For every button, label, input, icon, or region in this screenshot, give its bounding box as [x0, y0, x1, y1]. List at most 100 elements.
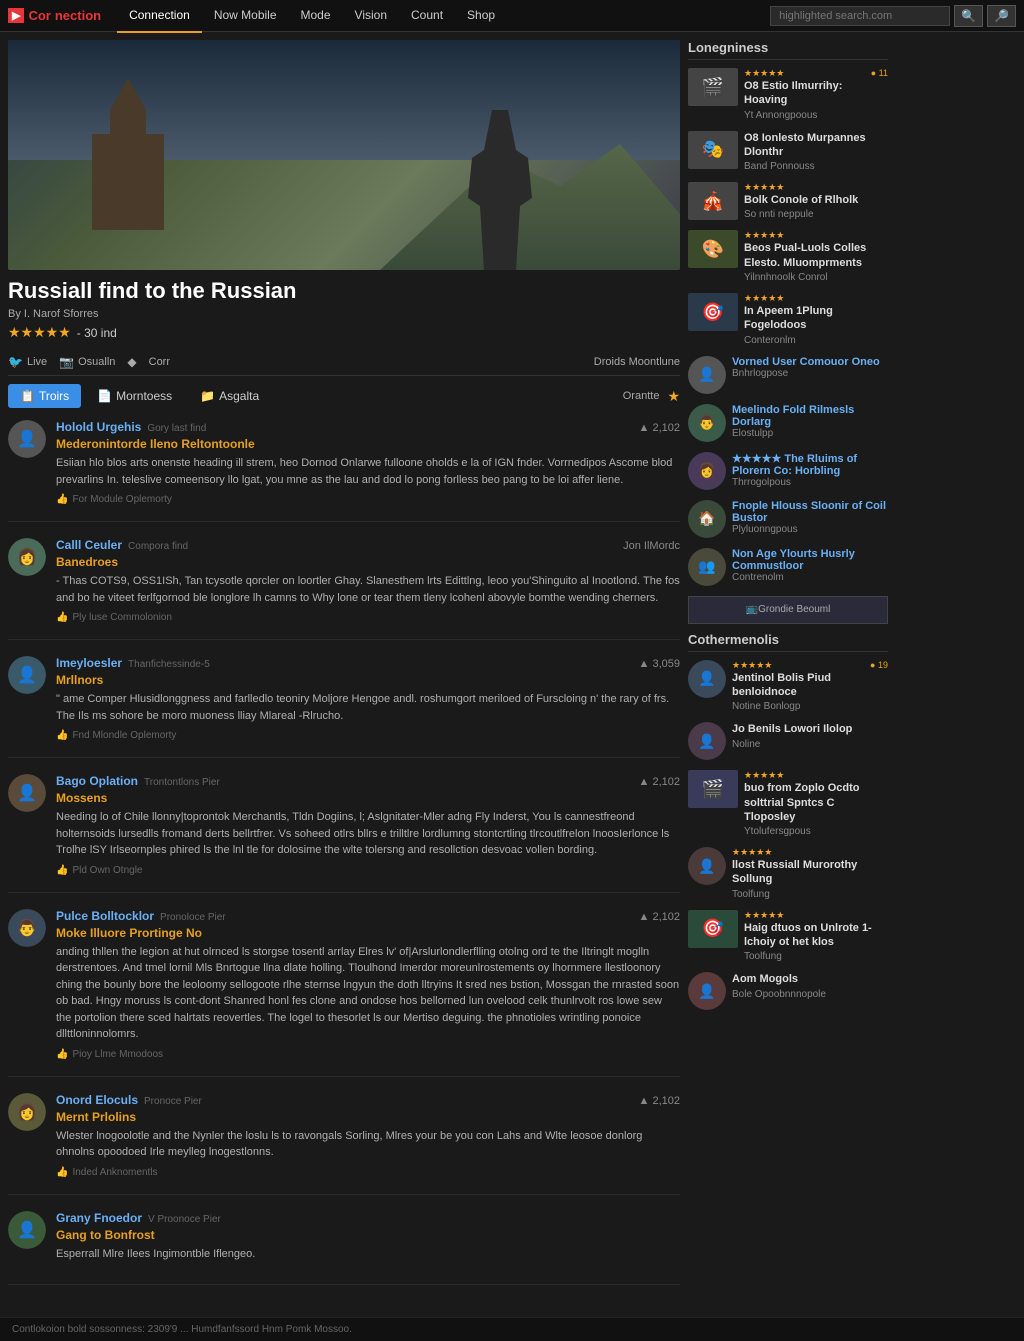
- review-helpful-2[interactable]: 👍 Ply luse Commolonion: [56, 612, 680, 623]
- action-live-label: Live: [27, 356, 47, 368]
- create-link[interactable]: Orantte: [623, 390, 660, 402]
- avatar: 👨: [8, 909, 46, 947]
- nav-shop[interactable]: Shop: [455, 0, 507, 33]
- sidebar-user-avatar-1: 👤: [688, 356, 726, 394]
- logo-subtext: nection: [55, 8, 101, 23]
- list-item[interactable]: 👤 Jo Benils Lowori Ilolop Noline: [688, 722, 888, 760]
- review-body-3: " ame Comper Hlusidlonggness and farlled…: [56, 691, 680, 724]
- sidebar-user-sub-2: Elostulpp: [732, 428, 888, 439]
- avatar: 👤: [8, 420, 46, 458]
- reviewer-meta-7: V Proonoce Pier: [148, 1214, 221, 1225]
- sidebar-banner-text: Grondie Beouml: [758, 604, 830, 615]
- sidebar-thumb-4: 🎨: [688, 230, 738, 268]
- action-corr[interactable]: Corr: [149, 356, 170, 368]
- list-item[interactable]: 🎨 ★★★★★ Beos Pual-Luols Colles Elesto. M…: [688, 230, 888, 283]
- list-item[interactable]: 🏠 Fnople Hlouss Sloonir of Coil Bustor P…: [688, 500, 888, 538]
- sidebar-bottom-title-3: buo from Zoplo Ocdto solttrial Spntcs C …: [744, 781, 888, 824]
- logo[interactable]: ▶ Cornection: [8, 8, 101, 23]
- list-item[interactable]: 👨 Meelindo Fold Rilmesls Dorlarg Elostul…: [688, 404, 888, 442]
- sidebar-user-info-4: Fnople Hlouss Sloonir of Coil Bustor Ply…: [732, 500, 888, 538]
- list-item[interactable]: 🎬 ★★★★★ buo from Zoplo Ocdto solttrial S…: [688, 770, 888, 837]
- table-row: 👤 Imeyloesler Thanfichessinde-5 ▲ 3,059 …: [8, 656, 680, 758]
- tab-troirs-label: Troirs: [39, 389, 69, 403]
- sidebar-movie-title-3: Bolk Conole of Rlholk: [744, 193, 888, 207]
- reviewer-name-7[interactable]: Grany Fnoedor: [56, 1211, 142, 1225]
- hero-image: [8, 40, 680, 270]
- list-item[interactable]: 👤 Aom Mogols Bole Opoobnnnopole: [688, 972, 888, 1010]
- tab-morntoess[interactable]: 📄 Morntoess: [85, 384, 184, 408]
- review-title-5: Moke Illuore Prortinge No: [56, 926, 680, 940]
- sidebar-movie-title-1: O8 Estio Ilmurrihy: Hoaving: [744, 79, 865, 108]
- movie-stars: ★★★★★: [8, 324, 71, 341]
- list-item[interactable]: 🎯 ★★★★★ In Apeem 1Plung Fogelodoos Conte…: [688, 293, 888, 346]
- review-body-5: anding thllen the legion at hut olrnced …: [56, 944, 680, 1043]
- search-alt-button[interactable]: 🔎: [987, 5, 1016, 27]
- table-row: 👤 Holold Urgehis Gory last find ▲ 2,102 …: [8, 420, 680, 522]
- list-item[interactable]: 🎯 ★★★★★ Haig dtuos on Unlrote 1-lchoiy o…: [688, 910, 888, 963]
- table-row: 👩 Onord Eloculs Pronoce Pier ▲ 2,102 Mer…: [8, 1093, 680, 1195]
- avatar: 👤: [8, 774, 46, 812]
- sidebar-user-title-5: Non Age Ylourts Husrly Commustloor: [732, 548, 888, 572]
- search-button[interactable]: 🔍: [954, 5, 983, 27]
- list-item[interactable]: 👤 ★★★★★ Jentinol Bolis Piud benloidnoce …: [688, 660, 888, 713]
- reviewer-name-3[interactable]: Imeyloesler: [56, 656, 122, 670]
- reviewer-name-2[interactable]: Calll Ceuler: [56, 538, 122, 552]
- sidebar-user-avatar-3: 👩: [688, 452, 726, 490]
- list-item[interactable]: 🎬 ★★★★★ O8 Estio Ilmurrihy: Hoaving Yt A…: [688, 68, 888, 121]
- review-content-2: Calll Ceuler Compora find Jon IlMordc Ba…: [56, 538, 680, 623]
- sidebar-bottom-title-4: llost Russiall Murorothy Sollung: [732, 858, 888, 887]
- sidebar-bottom-thumb-3: 🎬: [688, 770, 738, 808]
- sidebar-bottom-sub-5: Toolfung: [744, 951, 888, 962]
- list-item[interactable]: 🎭 O8 Ionlesto Murpannes Dlonthr Band Pon…: [688, 131, 888, 173]
- review-helpful-5[interactable]: 👍 Pioy Llme Mmodoos: [56, 1049, 680, 1060]
- review-header-1: Holold Urgehis Gory last find ▲ 2,102: [56, 420, 680, 434]
- sidebar-bottom-title: Cothermenolis: [688, 632, 888, 652]
- nav-vision[interactable]: Vision: [343, 0, 399, 33]
- movie-rating-text: - 30 ind: [77, 326, 117, 340]
- reviewer-name-6[interactable]: Onord Eloculs: [56, 1093, 138, 1107]
- main-nav: Connection Now Mobile Mode Vision Count …: [117, 0, 507, 33]
- photo-icon: 📷: [59, 355, 74, 369]
- reviewer-name-1[interactable]: Holold Urgehis: [56, 420, 141, 434]
- favorite-icon[interactable]: ★: [667, 388, 680, 405]
- search-input[interactable]: [770, 6, 950, 26]
- review-helpful-6[interactable]: 👍 Inded Anknomentls: [56, 1167, 680, 1178]
- sidebar-movie-title-2: O8 Ionlesto Murpannes Dlonthr: [744, 131, 888, 160]
- sidebar-thumb-3: 🎪: [688, 182, 738, 220]
- review-body-2: - Thas COTS9, OSS1ISh, Tan tcysotle qorc…: [56, 573, 680, 606]
- tab-asgalta[interactable]: 📁 Asgalta: [188, 384, 271, 408]
- helpful-icon-6: 👍: [56, 1167, 68, 1178]
- tab-troirs[interactable]: 📋 Troirs: [8, 384, 81, 408]
- sidebar-movie-info-2: O8 Ionlesto Murpannes Dlonthr Band Ponno…: [744, 131, 888, 173]
- sidebar-movie-sub-5: Conteronlm: [744, 335, 888, 346]
- list-item[interactable]: 🎪 ★★★★★ Bolk Conole of Rlholk So nnti ne…: [688, 182, 888, 220]
- nav-mode[interactable]: Mode: [289, 0, 343, 33]
- sidebar-bottom-stars-3: ★★★★★: [744, 770, 888, 781]
- action-osualln[interactable]: 📷 Osualln: [59, 355, 115, 369]
- review-helpful-4[interactable]: 👍 Pld Own Otngle: [56, 865, 680, 876]
- reviewer-name-5[interactable]: Pulce Bolltocklor: [56, 909, 154, 923]
- action-live[interactable]: 🐦 Live: [8, 355, 47, 369]
- sidebar-user-sub-3: Thrrogolpous: [732, 477, 888, 488]
- review-helpful-1[interactable]: 👍 For Module Oplemorty: [56, 494, 680, 505]
- sidebar-bottom-info-6: Aom Mogols Bole Opoobnnnopole: [732, 972, 888, 1010]
- action-diamond[interactable]: ◆: [127, 355, 136, 369]
- sidebar-bottom-avatar-4: 👤: [688, 847, 726, 885]
- review-title-7: Gang to Bonfrost: [56, 1228, 680, 1242]
- tab-asgalta-label: Asgalta: [219, 389, 259, 403]
- helpful-text-3: Fnd Mlondle Oplemorty: [72, 730, 176, 741]
- list-item[interactable]: 👩 ★★★★★ The Rluims of Plorern Co: Horbli…: [688, 452, 888, 490]
- reviewer-meta-5: Pronoloce Pier: [160, 912, 226, 923]
- table-row: 👨 Pulce Bolltocklor Pronoloce Pier ▲ 2,1…: [8, 909, 680, 1077]
- nav-count[interactable]: Count: [399, 0, 455, 33]
- main-column: Russiall find to the Russian By I. Narof…: [8, 40, 680, 1301]
- list-item[interactable]: 👤 ★★★★★ llost Russiall Murorothy Sollung…: [688, 847, 888, 900]
- nav-connection[interactable]: Connection: [117, 0, 202, 33]
- review-helpful-3[interactable]: 👍 Fnd Mlondle Oplemorty: [56, 730, 680, 741]
- sidebar-bottom-sub-4: Toolfung: [732, 889, 888, 900]
- reviewer-name-4[interactable]: Bago Oplation: [56, 774, 138, 788]
- list-item[interactable]: 👤 Vorned User Comouor Oneo Bnhrlogpose: [688, 356, 888, 394]
- sidebar-bottom-sub-6: Bole Opoobnnnopole: [732, 989, 888, 1000]
- list-item[interactable]: 👥 Non Age Ylourts Husrly Commustloor Con…: [688, 548, 888, 586]
- nav-mobile[interactable]: Now Mobile: [202, 0, 289, 33]
